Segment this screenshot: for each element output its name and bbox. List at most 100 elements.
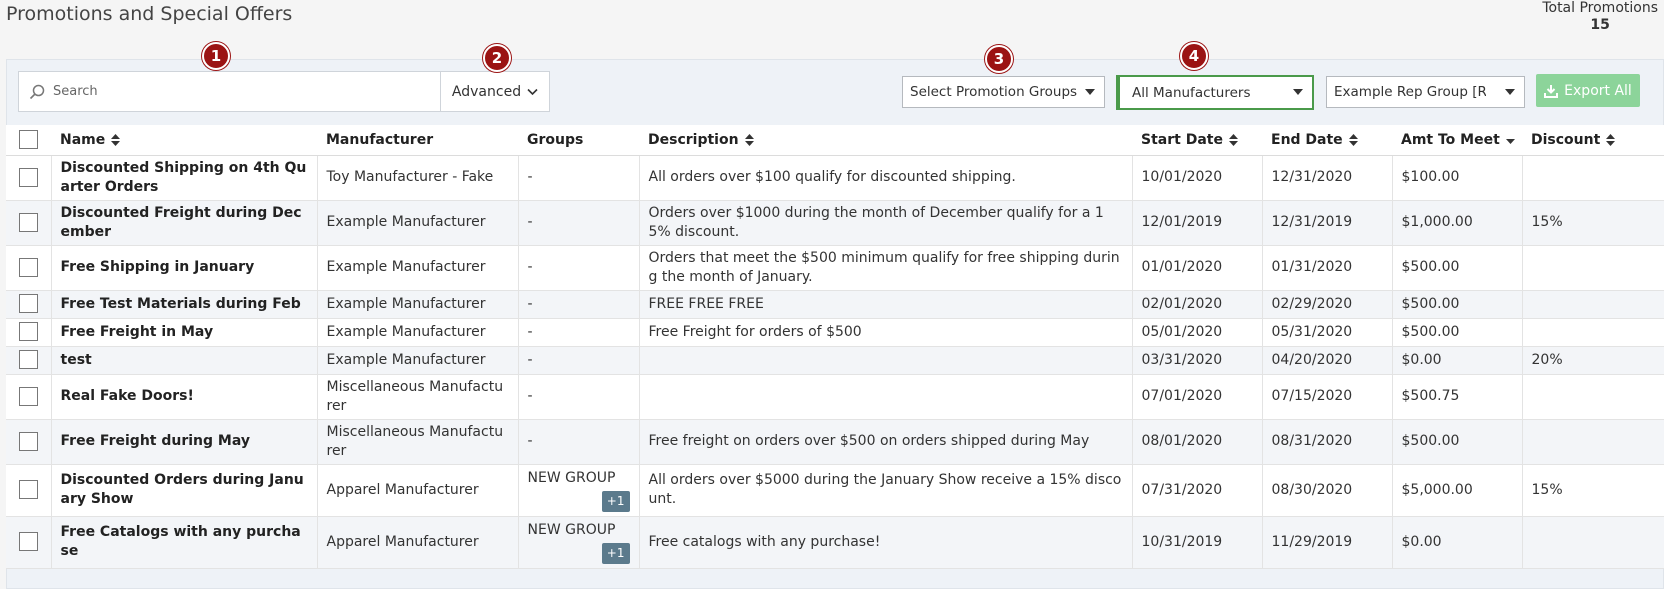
row-checkbox[interactable] [18, 386, 38, 406]
table-row[interactable]: Free Test Materials during Feb Example M… [6, 290, 1664, 319]
row-checkbox[interactable] [18, 322, 38, 342]
table-row[interactable]: Discounted Freight during December Examp… [6, 200, 1664, 246]
cell-discount [1522, 290, 1664, 319]
select-all-cell [6, 125, 51, 156]
rep-group-select-value: Example Rep Group [R2564] [1334, 84, 1486, 100]
cell-start-date: 10/31/2019 [1132, 516, 1263, 569]
sort-icon [744, 133, 754, 146]
cell-amount: $500.00 [1392, 318, 1523, 347]
cell-end-date: 12/31/2019 [1262, 200, 1393, 246]
column-header-discount[interactable]: Discount [1522, 125, 1664, 156]
row-select-cell [6, 245, 52, 291]
table-row[interactable]: Free Catalogs with any purchase Apparel … [6, 516, 1664, 569]
row-checkbox[interactable] [18, 294, 38, 314]
cell-start-date: 08/01/2020 [1132, 419, 1263, 465]
cell-name[interactable]: Free Test Materials during Feb [51, 290, 318, 319]
cell-name[interactable]: Real Fake Doors! [51, 374, 318, 420]
cell-discount: 15% [1522, 200, 1664, 246]
advanced-search-button[interactable]: Advanced [441, 72, 549, 111]
cell-description: All orders over $100 qualify for discoun… [639, 155, 1133, 201]
table-row[interactable]: Discounted Orders during January Show Ap… [6, 464, 1664, 517]
table-row[interactable]: Free Freight in May Example Manufacturer… [6, 318, 1664, 347]
row-checkbox[interactable] [18, 480, 38, 500]
row-select-cell [6, 318, 52, 347]
manufacturers-select[interactable]: All Manufacturers [1116, 75, 1314, 110]
cell-manufacturer: Apparel Manufacturer [317, 516, 519, 569]
cell-discount [1522, 419, 1664, 465]
cell-manufacturer: Miscellaneous Manufacturer [317, 374, 519, 420]
row-checkbox[interactable] [18, 350, 38, 370]
row-select-cell [6, 200, 52, 246]
row-select-cell [6, 419, 52, 465]
cell-name[interactable]: Discounted Shipping on 4th Quarter Order… [51, 155, 318, 201]
search-box[interactable] [19, 72, 441, 111]
rep-group-select[interactable]: Example Rep Group [R2564] [1326, 76, 1525, 108]
cell-description: Free freight on orders over $500 on orde… [639, 419, 1133, 465]
groups-more-badge[interactable]: +1 [601, 542, 630, 564]
table-row[interactable]: Real Fake Doors! Miscellaneous Manufactu… [6, 374, 1664, 420]
column-header-start-date[interactable]: Start Date [1132, 125, 1262, 156]
cell-end-date: 07/15/2020 [1262, 374, 1393, 420]
manufacturers-select-value: All Manufacturers [1132, 84, 1251, 101]
column-header-description-label: Description [648, 131, 739, 148]
cell-start-date: 12/01/2019 [1132, 200, 1263, 246]
groups-text: - [527, 295, 533, 312]
row-checkbox[interactable] [18, 257, 38, 277]
column-header-discount-label: Discount [1531, 131, 1601, 148]
export-all-button[interactable]: Export All [1536, 74, 1640, 107]
column-header-name[interactable]: Name [51, 125, 317, 156]
total-promotions: Total Promotions 15 [1542, 0, 1658, 34]
groups-text: NEW GROUP [527, 521, 616, 538]
groups-more-badge[interactable]: +1 [601, 490, 630, 512]
row-checkbox[interactable] [18, 532, 38, 552]
table-row[interactable]: Discounted Shipping on 4th Quarter Order… [6, 155, 1664, 201]
cell-groups: - [518, 290, 640, 319]
cell-discount [1522, 155, 1664, 201]
cell-start-date: 01/01/2020 [1132, 245, 1263, 291]
column-header-manufacturer: Manufacturer [317, 125, 518, 156]
export-all-label: Export All [1564, 82, 1632, 99]
cell-end-date: 04/20/2020 [1262, 346, 1393, 375]
cell-start-date: 07/31/2020 [1132, 464, 1263, 517]
cell-amount: $0.00 [1392, 346, 1523, 375]
table-row[interactable]: test Example Manufacturer - 03/31/2020 0… [6, 346, 1664, 375]
cell-start-date: 07/01/2020 [1132, 374, 1263, 420]
cell-name[interactable]: test [51, 346, 318, 375]
promotion-groups-select[interactable]: Select Promotion Groups [902, 76, 1105, 108]
cell-groups: - [518, 200, 640, 246]
column-header-end-date-label: End Date [1271, 131, 1343, 148]
cell-name[interactable]: Discounted Orders during January Show [51, 464, 318, 517]
column-header-amt-to-meet[interactable]: Amt To Meet [1392, 125, 1522, 156]
cell-amount: $500.75 [1392, 374, 1523, 420]
cell-manufacturer: Example Manufacturer [317, 318, 519, 347]
promotion-groups-select-value: Select Promotion Groups [910, 84, 1078, 100]
total-promotions-count: 15 [1590, 17, 1610, 33]
row-select-cell [6, 464, 52, 517]
search-input[interactable] [53, 84, 433, 99]
column-header-end-date[interactable]: End Date [1262, 125, 1392, 156]
cell-groups: NEW GROUP +1 [518, 516, 640, 569]
cell-groups: - [518, 318, 640, 347]
cell-name[interactable]: Free Catalogs with any purchase [51, 516, 318, 569]
sort-icon [111, 133, 121, 146]
cell-name[interactable]: Free Freight during May [51, 419, 318, 465]
cell-name[interactable]: Free Shipping in January [51, 245, 318, 291]
cell-amount: $5,000.00 [1392, 464, 1523, 517]
select-all-checkbox[interactable] [19, 130, 38, 150]
advanced-search-label: Advanced [451, 83, 522, 100]
cell-amount: $500.00 [1392, 245, 1523, 291]
row-checkbox[interactable] [18, 167, 38, 187]
cell-name[interactable]: Free Freight in May [51, 318, 318, 347]
row-select-cell [6, 516, 52, 569]
table-row[interactable]: Free Freight during May Miscellaneous Ma… [6, 419, 1664, 465]
column-header-description[interactable]: Description [639, 125, 1132, 156]
cell-groups: - [518, 346, 640, 375]
caret-down-icon [1505, 89, 1515, 95]
row-checkbox[interactable] [18, 212, 38, 232]
table-row[interactable]: Free Shipping in January Example Manufac… [6, 245, 1664, 291]
cell-name[interactable]: Discounted Freight during December [51, 200, 318, 246]
cell-start-date: 03/31/2020 [1132, 346, 1263, 375]
cell-amount: $500.00 [1392, 419, 1523, 465]
sort-desc-icon [1505, 138, 1515, 144]
row-checkbox[interactable] [18, 431, 38, 451]
